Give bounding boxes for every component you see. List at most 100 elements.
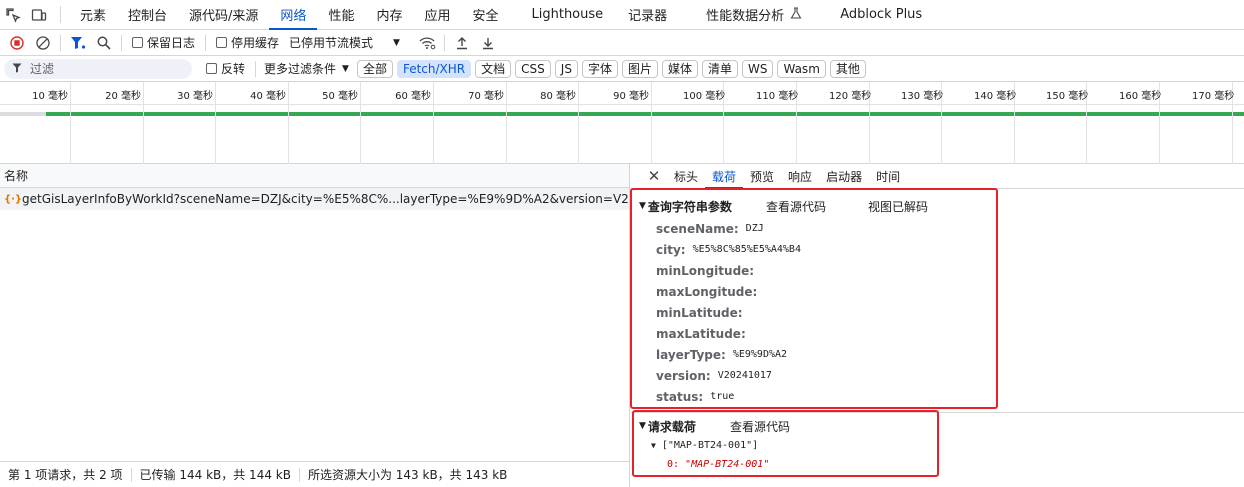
chevron-down-icon: ▼: [342, 63, 349, 74]
status-request-count: 第 1 项请求，共 2 项: [8, 468, 123, 482]
timeline-tick-label: 150 毫秒: [1046, 91, 1089, 102]
search-icon[interactable]: [91, 32, 117, 54]
xhr-braces-icon: {·}: [4, 193, 23, 205]
tab-performance[interactable]: 性能: [317, 0, 365, 29]
query-param-key: sceneName:: [656, 221, 739, 236]
timeline-overview[interactable]: 10 毫秒 20 毫秒 30 毫秒 40 毫秒 50 毫秒 60 毫秒 70 毫秒 80 毫秒…: [0, 82, 1244, 164]
record-stop-icon[interactable]: [4, 32, 30, 54]
network-conditions-wifi-icon[interactable]: [414, 32, 440, 54]
query-param-key: minLongitude:: [656, 263, 755, 278]
timeline-tick-label: 10 毫秒: [32, 91, 68, 102]
filter-input[interactable]: 过滤: [4, 58, 192, 79]
timeline-tick-label: 110 毫秒: [756, 91, 799, 102]
disable-cache-box[interactable]: [216, 37, 228, 48]
payload-array-line[interactable]: ▼ ["MAP-BT24-001"]: [631, 436, 1244, 455]
tab-console[interactable]: 控制台: [117, 0, 178, 29]
chip-font[interactable]: 字体: [581, 59, 618, 78]
query-param-row: maxLatitude:: [631, 323, 1244, 344]
column-header-name[interactable]: 名称: [0, 164, 629, 188]
close-icon[interactable]: ✕: [641, 164, 667, 188]
tab-payload[interactable]: 载荷: [705, 164, 744, 189]
view-source-link[interactable]: 查看源代码: [766, 198, 826, 215]
tab-elements[interactable]: 元素: [69, 0, 117, 29]
tab-headers[interactable]: 标头: [667, 164, 705, 188]
query-string-title: 查询字符串参数: [647, 199, 732, 214]
query-param-row: status: true: [631, 386, 1244, 407]
clear-icon[interactable]: [30, 32, 56, 54]
query-param-key: version:: [656, 368, 711, 383]
payload-array-value: ["MAP-BT24-001"]: [661, 440, 759, 451]
invert-checkbox[interactable]: 反转: [206, 60, 245, 77]
timeline-tick-line: [215, 82, 216, 164]
tab-preview[interactable]: 预览: [743, 164, 781, 188]
chip-img[interactable]: 图片: [621, 59, 658, 78]
request-row[interactable]: {·} getGisLayerInfoByWorkId?sceneName=DZ…: [0, 188, 629, 210]
tab-performance-insights[interactable]: 性能数据分析: [695, 0, 806, 29]
details-tabbar: ✕ 标头 载荷 预览 响应 启动器 时间: [631, 164, 1244, 189]
triangle-down-icon: ▼: [651, 441, 656, 450]
tab-memory[interactable]: 内存: [365, 0, 413, 29]
tab-application[interactable]: 应用: [413, 0, 461, 29]
more-filters-dropdown[interactable]: 更多过滤条件 ▼: [264, 60, 349, 77]
timeline-waiting-bar: [0, 112, 46, 116]
chip-wasm[interactable]: Wasm: [777, 59, 826, 78]
triangle-down-icon: ▼: [639, 421, 646, 431]
query-param-row: minLongitude:: [631, 260, 1244, 281]
chip-other[interactable]: 其他: [829, 59, 866, 78]
request-payload-header[interactable]: ▼ 请求载荷 查看源代码: [631, 416, 1244, 436]
chip-media[interactable]: 媒体: [661, 59, 698, 78]
query-param-row: sceneName: DZJ: [631, 218, 1244, 239]
chip-doc[interactable]: 文档: [475, 59, 512, 78]
tab-initiator[interactable]: 启动器: [819, 164, 869, 188]
section-divider: [631, 412, 1244, 413]
timeline-tick-label: 160 毫秒: [1119, 91, 1162, 102]
tab-security[interactable]: 安全: [461, 0, 509, 29]
timeline-tick-line: [578, 82, 579, 164]
import-har-upload-icon[interactable]: [449, 32, 475, 54]
chip-css[interactable]: CSS: [515, 59, 551, 78]
payload-view-source-link[interactable]: 查看源代码: [730, 418, 790, 435]
query-param-value: %E9%9D%A2: [732, 349, 788, 360]
chip-js[interactable]: JS: [554, 59, 578, 78]
tab-performance-insights-label: 性能数据分析: [706, 9, 785, 24]
timeline-tick-line: [288, 82, 289, 164]
inspect-element-icon[interactable]: [0, 0, 26, 29]
disable-cache-checkbox[interactable]: 停用缓存: [216, 34, 279, 51]
preserve-log-label: 保留日志: [147, 36, 196, 50]
tab-response[interactable]: 响应: [781, 164, 819, 188]
chip-all[interactable]: 全部: [356, 59, 393, 78]
request-name: getGisLayerInfoByWorkId?sceneName=DZJ&ci…: [22, 192, 629, 206]
tab-adblock-plus[interactable]: Adblock Plus: [806, 0, 933, 29]
view-decoded-link[interactable]: 视图已解码: [868, 198, 928, 215]
filter-funnel-icon[interactable]: [65, 32, 91, 54]
invert-box[interactable]: [206, 63, 217, 74]
tab-sources[interactable]: 源代码/来源: [178, 0, 269, 29]
filter-bar: 过滤 反转 更多过滤条件 ▼ 全部 Fetch/XHR 文档 CSS JS 字体…: [0, 56, 1244, 82]
export-har-download-icon[interactable]: [475, 32, 501, 54]
chip-fetch-xhr[interactable]: Fetch/XHR: [396, 59, 472, 78]
timeline-tick-line: [651, 82, 652, 164]
tab-network[interactable]: 网络: [269, 0, 318, 30]
more-filters-label: 更多过滤条件: [264, 62, 337, 76]
query-param-value: %E5%8C%85%E5%A4%B4: [692, 244, 801, 255]
chip-manifest[interactable]: 清单: [701, 59, 738, 78]
preserve-log-checkbox[interactable]: 保留日志: [132, 34, 195, 51]
chip-ws[interactable]: WS: [742, 59, 774, 78]
request-payload-title: 请求载荷: [647, 419, 696, 434]
query-string-header[interactable]: ▼ 查询字符串参数 查看源代码 视图已解码: [631, 196, 1244, 216]
tab-recorder[interactable]: 记录器: [617, 0, 695, 29]
request-list: 名称 {·} getGisLayerInfoByWorkId?sceneName…: [0, 164, 630, 487]
timeline-tick-label: 80 毫秒: [540, 91, 576, 102]
timeline-tick-label: 70 毫秒: [468, 91, 504, 102]
preserve-log-box[interactable]: [132, 37, 143, 48]
toolbar-separator: [205, 34, 207, 51]
device-toolbar-icon[interactable]: [26, 0, 52, 29]
query-param-key: layerType:: [656, 347, 726, 362]
network-status-bar: 第 1 项请求，共 2 项 已传输 144 kB，共 144 kB 所选资源大小…: [0, 461, 630, 487]
tab-timing[interactable]: 时间: [869, 164, 907, 188]
tab-lighthouse[interactable]: Lighthouse: [510, 0, 618, 29]
query-param-row: minLatitude:: [631, 302, 1244, 323]
throttling-dropdown[interactable]: 已停用节流模式 ▼: [289, 34, 400, 51]
payload-item-index: 0:: [667, 459, 680, 470]
timeline-tick-line: [506, 82, 507, 164]
